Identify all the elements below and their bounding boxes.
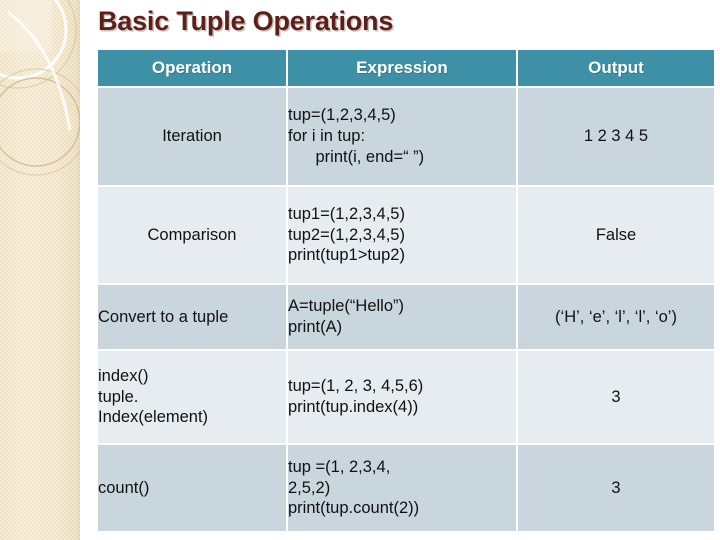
cell-expression: tup=(1,2,3,4,5) for i in tup: print(i, e… <box>288 88 516 185</box>
table-row: Convert to a tuple A=tuple(“Hello”) prin… <box>98 285 714 349</box>
decorative-left-band <box>0 0 80 540</box>
cell-operation: count() <box>98 445 286 531</box>
table-header-row: Operation Expression Output <box>98 50 714 86</box>
cell-output: 3 <box>518 445 714 531</box>
band-arc-graphic <box>0 0 80 176</box>
cell-operation: Convert to a tuple <box>98 285 286 349</box>
table-body: Iteration tup=(1,2,3,4,5) for i in tup: … <box>98 88 714 531</box>
table-row: count() tup =(1, 2,3,4, 2,5,2) print(tup… <box>98 445 714 531</box>
cell-expression: tup1=(1,2,3,4,5) tup2=(1,2,3,4,5) print(… <box>288 187 516 283</box>
cell-operation: index() tuple. Index(element) <box>98 351 286 443</box>
cell-operation: Comparison <box>98 187 286 283</box>
table-row: Iteration tup=(1,2,3,4,5) for i in tup: … <box>98 88 714 185</box>
cell-output: 3 <box>518 351 714 443</box>
column-header-output: Output <box>518 50 714 86</box>
cell-expression: tup=(1, 2, 3, 4,5,6) print(tup.index(4)) <box>288 351 516 443</box>
cell-expression: tup =(1, 2,3,4, 2,5,2) print(tup.count(2… <box>288 445 516 531</box>
table-row: index() tuple. Index(element) tup=(1, 2,… <box>98 351 714 443</box>
cell-output: (‘H’, ‘e’, ‘l’, ‘l’, ‘o’) <box>518 285 714 349</box>
cell-output: False <box>518 187 714 283</box>
cell-operation: Iteration <box>98 88 286 185</box>
cell-expression: A=tuple(“Hello”) print(A) <box>288 285 516 349</box>
page-title: Basic Tuple Operations <box>98 6 394 36</box>
column-header-expression: Expression <box>288 50 516 86</box>
tuple-operations-table: Operation Expression Output Iteration tu… <box>96 48 716 533</box>
column-header-operation: Operation <box>98 50 286 86</box>
table-header: Operation Expression Output <box>98 50 714 86</box>
cell-output: 1 2 3 4 5 <box>518 88 714 185</box>
band-white-edge <box>80 0 83 540</box>
table-row: Comparison tup1=(1,2,3,4,5) tup2=(1,2,3,… <box>98 187 714 283</box>
